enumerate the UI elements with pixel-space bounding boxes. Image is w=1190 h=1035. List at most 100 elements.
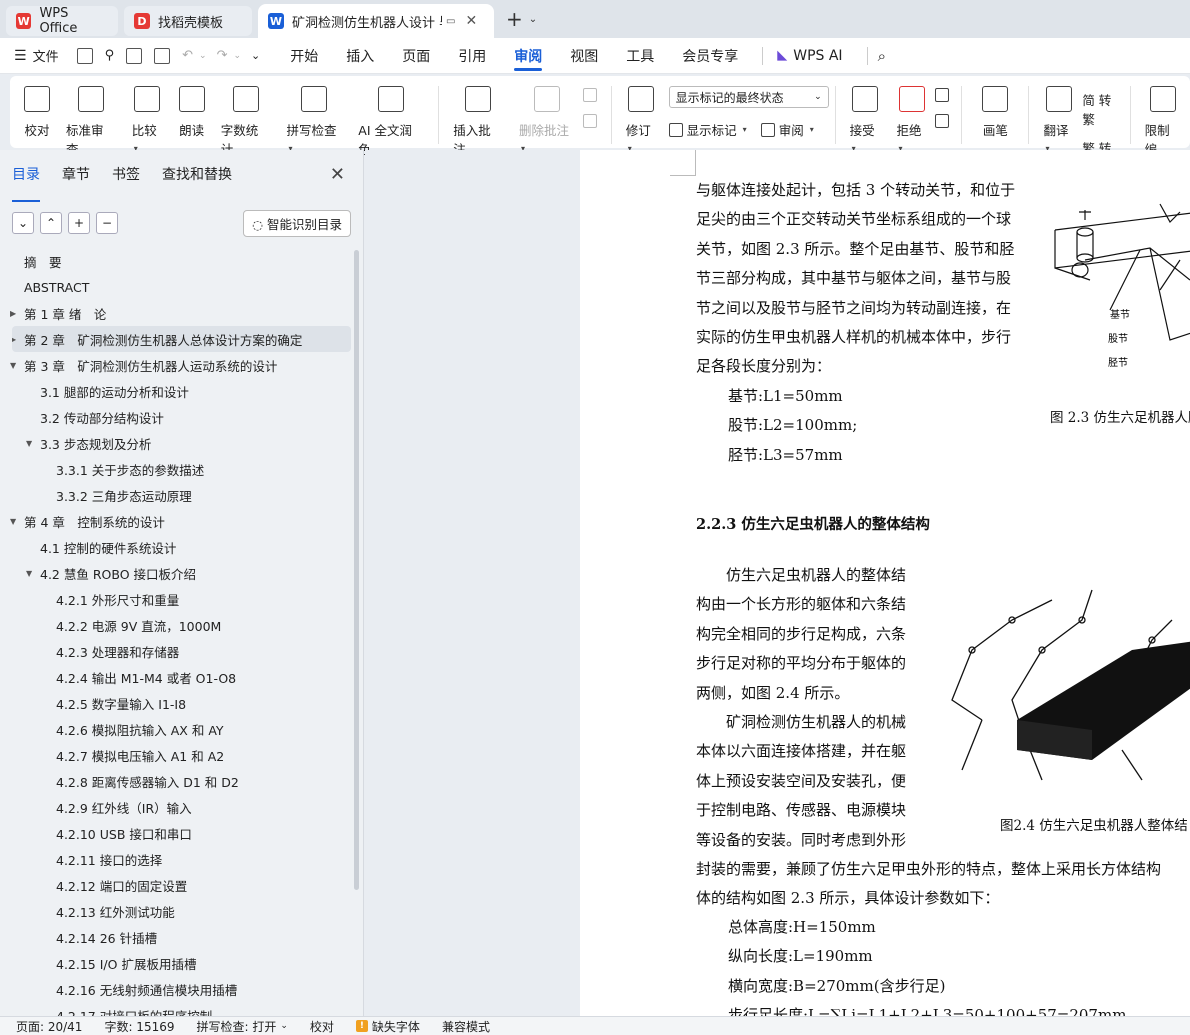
toc-item[interactable]: 4.2.6 模拟阻抗输入 AX 和 AY [0,716,363,742]
tab-template[interactable]: D 找稻壳模板 [124,6,252,36]
proof-button[interactable]: 校对 [24,82,50,139]
menu-tools[interactable]: 工具 [612,38,668,74]
ai-polish-button[interactable]: AI 全文润色 [358,82,424,158]
menu-insert[interactable]: 插入 [332,38,388,74]
tab-wps-office[interactable]: W WPS Office [6,6,118,36]
toc-item[interactable]: 3.3.1 关于步态的参数描述 [0,456,363,482]
toc-item[interactable]: ▼ 第 4 章 控制系统的设计 [0,508,363,534]
menu-member[interactable]: 会员专享 [668,38,752,74]
save-icon[interactable] [76,47,93,64]
menu-page[interactable]: 页面 [388,38,444,74]
new-tab-plus-icon[interactable]: + [506,7,523,31]
toc-item[interactable]: 4.2.14 26 针插槽 [0,924,363,950]
expand-down-icon[interactable]: ▼ [26,439,38,448]
file-menu-button[interactable]: ☰ 文件 [14,46,59,66]
toc-item[interactable]: ABSTRACT [0,274,363,300]
menu-view[interactable]: 视图 [556,38,612,74]
standard-review-button[interactable]: 标准审查 [66,82,116,158]
next-change-icon[interactable] [935,114,950,128]
expand-down-icon[interactable]: ▼ [26,569,38,578]
toc-item[interactable]: 4.2.15 I/O 扩展板用插槽 [0,950,363,976]
toc-item[interactable]: 摘 要 [0,248,363,274]
expand-right-icon[interactable]: ▶ [12,335,22,344]
menu-review[interactable]: 审阅 [500,38,556,74]
redo-icon[interactable]: ↷ [217,48,228,63]
delete-comment-button[interactable]: 删除批注▾ [519,82,575,154]
nav-scrollbar[interactable] [354,250,359,890]
smart-toc-button[interactable]: ◌ 智能识别目录 [243,209,351,237]
remove-heading-icon[interactable]: − [96,212,118,234]
toc-item[interactable]: 4.2.2 电源 9V 直流，1000M [0,612,363,638]
toc-item[interactable]: 4.1 控制的硬件系统设计 [0,534,363,560]
toc-item[interactable]: 4.2.3 处理器和存储器 [0,638,363,664]
proof-indicator[interactable]: 校对 [310,1018,334,1035]
toc-item[interactable]: 4.2.5 数字量输入 I1-I8 [0,690,363,716]
pen-button[interactable]: 画笔 [982,82,1009,139]
toc-item[interactable]: ▼ 4.2 慧鱼 ROBO 接口板介绍 [0,560,363,586]
nav-tab-toc[interactable]: 目录 [12,164,40,202]
more-dropdown-icon[interactable]: ⌄ [251,49,260,62]
tab-document[interactable]: W 矿洞检测仿生机器人设计 毕业 ▭ ✕ [258,4,494,38]
print-icon[interactable] [126,47,143,64]
toc-item[interactable]: 4.2.8 距离传感器输入 D1 和 D2 [0,768,363,794]
nav-tab-chapters[interactable]: 章节 [62,164,90,194]
add-heading-icon[interactable]: + [68,212,90,234]
monitor-icon[interactable]: ▭ [446,16,455,27]
toc-item[interactable]: ▶ 第 2 章 矿洞检测仿生机器人总体设计方案的确定 [12,326,351,352]
toc-item[interactable]: 4.2.12 端口的固定设置 [0,872,363,898]
review-pane-button[interactable]: 审阅 [779,120,804,139]
toc-item[interactable]: 4.2.7 模拟电压输入 A1 和 A2 [0,742,363,768]
redo-dropdown-icon[interactable]: ⌄ [233,51,241,61]
expand-right-icon[interactable]: ▶ [10,309,22,318]
toc-item[interactable]: 3.1 腿部的运动分析和设计 [0,378,363,404]
previous-comment-icon[interactable] [582,88,597,102]
restrict-edit-button[interactable]: 限制编 [1145,82,1182,158]
menu-reference[interactable]: 引用 [444,38,500,74]
expand-down-icon[interactable]: ▼ [10,361,22,370]
toc-item[interactable]: 3.2 传动部分结构设计 [0,404,363,430]
previous-change-icon[interactable] [935,88,950,102]
menu-wps-ai[interactable]: WPS AI [787,38,856,74]
reject-button[interactable]: 拒绝▾ [897,82,928,154]
print-preview-icon[interactable] [154,47,171,64]
to-traditional-button[interactable]: 简 转繁 [1082,90,1123,128]
spell-check-indicator[interactable]: 拼写检查: 打开 ⌄ [197,1018,288,1035]
translate-button[interactable]: 翻译▾ [1043,82,1074,154]
compare-button[interactable]: 比较▾ [132,82,163,154]
link-icon[interactable]: ⚲ [105,48,115,63]
chevron-down-icon[interactable]: ⌄ [12,212,34,234]
chevron-up-icon[interactable]: ⌃ [40,212,62,234]
markup-select[interactable]: 显示标记的最终状态 ⌄ [668,86,829,108]
undo-dropdown-icon[interactable]: ⌄ [199,51,207,61]
menu-home[interactable]: 开始 [276,38,332,74]
nav-tab-find-replace[interactable]: 查找和替换 [162,164,232,194]
search-icon[interactable]: ⌕ [878,47,886,65]
insert-comment-button[interactable]: 插入批注 [453,82,503,158]
close-icon[interactable]: ✕ [330,164,345,185]
chevron-down-icon[interactable]: ⌄ [529,14,537,25]
show-markup-button[interactable]: 显示标记 [687,120,737,139]
close-icon[interactable]: ✕ [465,13,477,29]
word-count-button[interactable]: 字数统计 [221,82,271,158]
toc-item[interactable]: 4.2.10 USB 接口和串口 [0,820,363,846]
toc-item[interactable]: 4.2.13 红外测试功能 [0,898,363,924]
nav-tab-bookmarks[interactable]: 书签 [112,164,140,194]
accept-button[interactable]: 接受▾ [850,82,881,154]
word-count-indicator[interactable]: 字数: 15169 [104,1018,174,1035]
toc-item[interactable]: 4.2.1 外形尺寸和重量 [0,586,363,612]
toc-item[interactable]: ▼ 第 3 章 矿洞检测仿生机器人运动系统的设计 [0,352,363,378]
read-aloud-button[interactable]: 朗读 [178,82,205,139]
toc-item[interactable]: 4.2.11 接口的选择 [0,846,363,872]
revise-button[interactable]: 修订▾ [626,82,657,154]
missing-font-indicator[interactable]: ! 缺失字体 [355,1018,420,1035]
toc-item[interactable]: 4.2.4 输出 M1-M4 或者 O1-O8 [0,664,363,690]
undo-icon[interactable]: ↶ [182,48,193,63]
toc-item[interactable]: 3.3.2 三角步态运动原理 [0,482,363,508]
toc-item[interactable]: ▼ 3.3 步态规划及分析 [0,430,363,456]
spell-check-button[interactable]: 拼写检查▾ [286,82,342,154]
next-comment-icon[interactable] [582,114,597,128]
toc-item[interactable]: 4.2.9 红外线（IR）输入 [0,794,363,820]
toc-item[interactable]: 4.2.16 无线射频通信模块用插槽 [0,976,363,1002]
toc-item[interactable]: ▶ 第 1 章 绪 论 [0,300,363,326]
expand-down-icon[interactable]: ▼ [10,517,22,526]
